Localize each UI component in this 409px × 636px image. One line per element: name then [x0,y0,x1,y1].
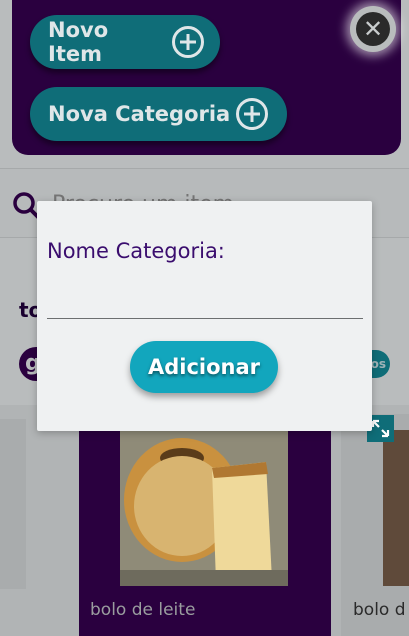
plus-circle-icon [172,26,204,58]
new-item-button[interactable]: Novo Item [30,15,220,69]
product-card[interactable]: bolo d [341,414,409,636]
new-item-label: Novo Item [48,18,109,66]
close-button[interactable]: ✕ [350,6,396,52]
close-icon: ✕ [356,12,390,46]
add-category-dialog: Nome Categoria: Adicionar [37,201,372,431]
category-name-input[interactable] [47,285,363,319]
product-photo [383,430,409,586]
product-name: bolo d [353,600,406,620]
new-category-label: Nova Categoria [48,102,231,126]
add-button[interactable]: Adicionar [130,341,278,393]
category-name-label: Nome Categoria: [47,239,225,263]
new-category-button[interactable]: Nova Categoria [30,87,287,141]
product-name: bolo de leite [90,600,196,620]
plus-circle-icon [236,98,269,130]
product-photo [120,430,288,586]
product-card[interactable]: bolo de leite [79,414,331,636]
product-card[interactable] [0,419,26,589]
